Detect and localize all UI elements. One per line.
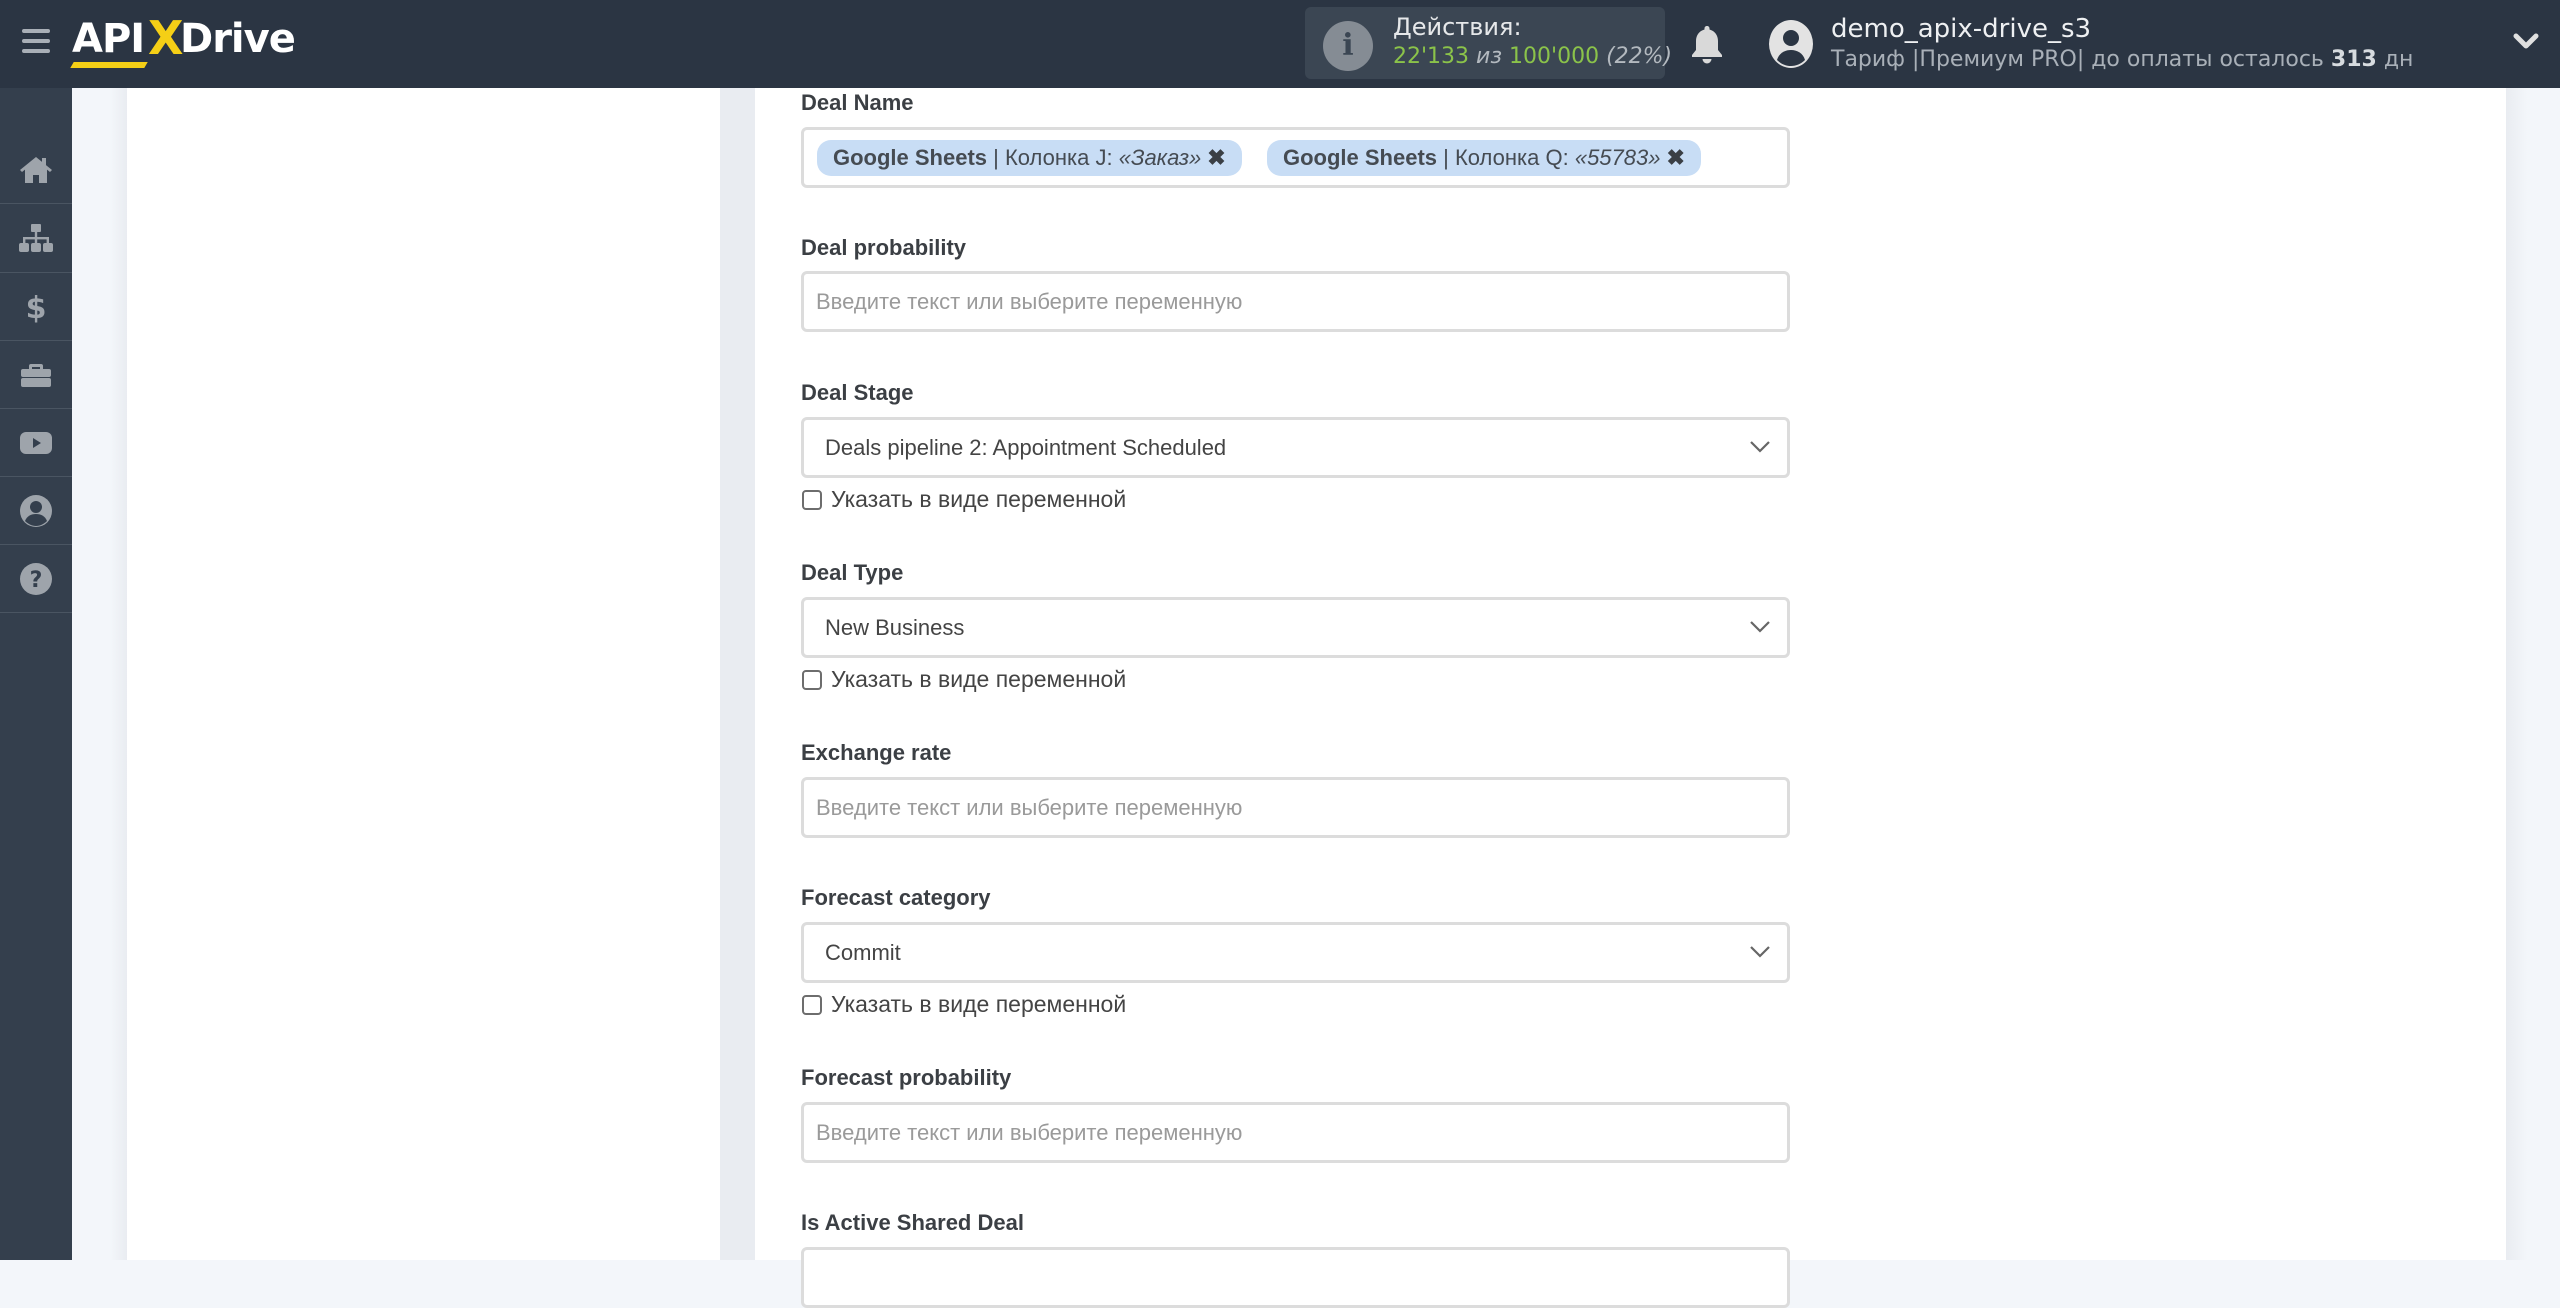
plan-text: Тариф |Премиум PRO| до оплаты осталось (1831, 47, 2324, 72)
panel-divider (720, 88, 755, 1260)
forecast-probability-label: Forecast probability (801, 1065, 1012, 1090)
chip-column: | Колонка J: (987, 145, 1119, 170)
user-name[interactable]: demo_apix-drive_s3 (1831, 14, 2091, 44)
logo-underline (70, 62, 148, 68)
user-menu-chevron-down-icon[interactable] (2512, 30, 2540, 54)
deal-stage-value: Deals pipeline 2: Appointment Scheduled (825, 435, 1227, 460)
forecast-category-as-variable-checkbox[interactable]: Указать в виде переменной (802, 991, 1126, 1018)
checkbox[interactable] (802, 669, 822, 690)
apix-drive-logo[interactable]: API X Drive (70, 11, 302, 74)
actions-title: Действия: (1393, 13, 1522, 41)
deal-type-as-variable-checkbox[interactable]: Указать в виде переменной (802, 666, 1126, 693)
sidebar-item-account[interactable] (0, 477, 72, 545)
is-active-shared-deal-select[interactable] (801, 1247, 1790, 1308)
logo-drive-text: Drive (180, 16, 296, 62)
as-variable-label: Указать в виде переменной (831, 666, 1127, 692)
question-circle-icon: ? (20, 562, 52, 595)
chip-column: | Колонка Q: (1437, 145, 1575, 170)
deal-probability-label: Deal probability (801, 235, 967, 260)
menu-toggle-button[interactable] (22, 29, 50, 57)
forecast-probability-input[interactable]: Введите текст или выберите переменную (801, 1102, 1790, 1163)
sidebar-item-help[interactable]: ? (0, 545, 72, 613)
deal-stage-select[interactable]: Deals pipeline 2: Appointment Scheduled (801, 417, 1790, 478)
chevron-down-icon (1750, 946, 1770, 958)
is-active-shared-deal-label: Is Active Shared Deal (801, 1210, 1024, 1235)
sidebar-item-connections[interactable] (0, 205, 72, 273)
deal-name-field[interactable]: Google Sheets | Колонка J: «Заказ» ✖ Goog… (801, 127, 1790, 188)
user-circle-icon (20, 494, 52, 527)
actions-counter[interactable]: i Действия: 22'133 из 100'000 (22%) (1305, 7, 1672, 79)
chevron-down-icon (1750, 441, 1770, 453)
deal-probability-input[interactable]: Введите текст или выберите переменную (801, 271, 1790, 332)
sidebar-item-billing[interactable]: $ (0, 273, 72, 341)
info-icon: i (1323, 21, 1373, 71)
user-plan-info: Тариф |Премиум PRO| до оплаты осталось 3… (1831, 47, 2413, 72)
hamburger-icon-line (22, 49, 50, 53)
deal-type-value: New Business (825, 615, 965, 640)
chip-value: «Заказ» (1118, 145, 1202, 170)
variable-chip: Google Sheets | Колонка J: «Заказ» ✖ (817, 140, 1242, 176)
actions-total: 100'000 (1509, 44, 1600, 69)
as-variable-label: Указать в виде переменной (831, 991, 1127, 1017)
deal-stage-label: Deal Stage (801, 380, 914, 405)
deal-probability-placeholder: Введите текст или выберите переменную (816, 289, 1243, 314)
sitemap-icon (19, 223, 53, 252)
exchange-rate-input[interactable]: Введите текст или выберите переменную (801, 777, 1790, 838)
hamburger-icon-line (22, 29, 50, 33)
briefcase-icon (21, 363, 51, 387)
top-header: API X Drive i Действия: 22'133 из 100'00… (0, 0, 2560, 88)
days-suffix: дн (2383, 47, 2414, 72)
forecast-category-select[interactable]: Commit (801, 922, 1790, 983)
forecast-category-label: Forecast category (801, 885, 991, 910)
sidebar-item-services[interactable] (0, 341, 72, 409)
actions-of: из (1476, 44, 1503, 69)
forecast-probability-placeholder: Введите текст или выберите переменную (816, 1120, 1243, 1145)
checkbox[interactable] (802, 489, 822, 510)
deal-type-label: Deal Type (801, 560, 904, 585)
chip-remove-icon[interactable]: ✖ (1207, 145, 1225, 170)
notifications-bell-icon[interactable] (1690, 24, 1724, 64)
hamburger-icon-line (22, 39, 50, 43)
forecast-category-value: Commit (825, 940, 901, 965)
chip-source: Google Sheets (1283, 145, 1438, 170)
chevron-down-icon (1750, 621, 1770, 633)
chip-remove-icon[interactable]: ✖ (1666, 145, 1684, 170)
checkbox[interactable] (802, 994, 822, 1015)
youtube-icon (20, 431, 52, 454)
left-panel (127, 88, 720, 1260)
page-background-right (2506, 88, 2560, 1260)
svg-text:$: $ (26, 291, 47, 325)
deal-type-select[interactable]: New Business (801, 597, 1790, 658)
sidebar: $ ? (0, 88, 72, 1260)
svg-text:?: ? (30, 568, 43, 593)
actions-used: 22'133 (1393, 44, 1470, 69)
home-icon (20, 156, 52, 183)
deal-stage-as-variable-checkbox[interactable]: Указать в виде переменной (802, 486, 1126, 513)
user-avatar-icon[interactable] (1768, 19, 1814, 69)
exchange-rate-placeholder: Введите текст или выберите переменную (816, 795, 1243, 820)
actions-percent: (22%) (1606, 44, 1673, 69)
logo-x-text: X (148, 11, 183, 65)
as-variable-label: Указать в виде переменной (831, 486, 1127, 512)
chip-value: «55783» (1574, 145, 1661, 170)
sidebar-item-video[interactable] (0, 409, 72, 477)
exchange-rate-label: Exchange rate (801, 740, 952, 765)
deal-name-label: Deal Name (801, 90, 914, 115)
days-left: 313 (2330, 47, 2377, 72)
actions-stats: 22'133 из 100'000 (22%) (1393, 44, 1672, 69)
chip-source: Google Sheets (833, 145, 988, 170)
dollar-icon: $ (26, 291, 47, 325)
content-gutter (72, 88, 127, 1260)
sidebar-item-home[interactable] (0, 136, 72, 204)
logo-api-text: API (72, 16, 145, 62)
variable-chip: Google Sheets | Колонка Q: «55783» ✖ (1267, 140, 1701, 176)
